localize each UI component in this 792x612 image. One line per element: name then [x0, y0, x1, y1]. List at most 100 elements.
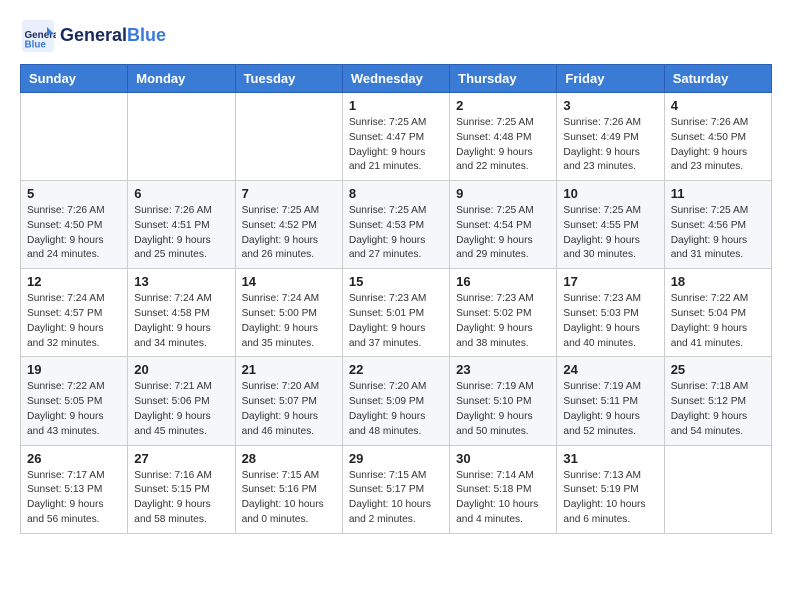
day-number: 5	[27, 186, 121, 201]
week-row-3: 12Sunrise: 7:24 AM Sunset: 4:57 PM Dayli…	[21, 269, 772, 357]
day-number: 7	[242, 186, 336, 201]
logo: General Blue GeneralBlue	[20, 18, 166, 54]
weekday-header-monday: Monday	[128, 65, 235, 93]
calendar-cell: 22 Sunrise: 7:20 AM Sunset: 5:09 PM Dayli…	[342, 357, 449, 445]
calendar-cell: 25 Sunrise: 7:18 AM Sunset: 5:12 PM Dayli…	[664, 357, 771, 445]
day-number: 21	[242, 362, 336, 377]
day-number: 1	[349, 98, 443, 113]
day-info: Sunrise: 7:25 AM Sunset: 4:53 PM Dayligh…	[349, 204, 443, 263]
day-number: 25	[671, 362, 765, 377]
calendar-cell: 6 Sunrise: 7:26 AM Sunset: 4:51 PM Daylig…	[128, 181, 235, 269]
day-info: Sunrise: 7:25 AM Sunset: 4:48 PM Dayligh…	[456, 116, 550, 175]
day-number: 16	[456, 274, 550, 289]
day-number: 28	[242, 451, 336, 466]
svg-text:Blue: Blue	[25, 40, 47, 51]
day-number: 22	[349, 362, 443, 377]
day-info: Sunrise: 7:26 AM Sunset: 4:50 PM Dayligh…	[27, 204, 121, 263]
calendar-cell: 29 Sunrise: 7:15 AM Sunset: 5:17 PM Dayli…	[342, 445, 449, 533]
day-info: Sunrise: 7:25 AM Sunset: 4:47 PM Dayligh…	[349, 116, 443, 175]
day-info: Sunrise: 7:19 AM Sunset: 5:11 PM Dayligh…	[563, 380, 657, 439]
calendar-cell: 4 Sunrise: 7:26 AM Sunset: 4:50 PM Daylig…	[664, 93, 771, 181]
calendar-cell: 31 Sunrise: 7:13 AM Sunset: 5:19 PM Dayli…	[557, 445, 664, 533]
weekday-header-thursday: Thursday	[450, 65, 557, 93]
calendar-cell: 11Sunrise: 7:25 AM Sunset: 4:56 PM Dayli…	[664, 181, 771, 269]
calendar-cell: 23Sunrise: 7:19 AM Sunset: 5:10 PM Dayli…	[450, 357, 557, 445]
calendar-cell: 2 Sunrise: 7:25 AM Sunset: 4:48 PM Daylig…	[450, 93, 557, 181]
day-number: 15	[349, 274, 443, 289]
calendar-cell: 24 Sunrise: 7:19 AM Sunset: 5:11 PM Dayli…	[557, 357, 664, 445]
weekday-header-sunday: Sunday	[21, 65, 128, 93]
day-info: Sunrise: 7:20 AM Sunset: 5:09 PM Dayligh…	[349, 380, 443, 439]
calendar-cell	[128, 93, 235, 181]
day-info: Sunrise: 7:24 AM Sunset: 5:00 PM Dayligh…	[242, 292, 336, 351]
week-row-1: 1 Sunrise: 7:25 AM Sunset: 4:47 PM Daylig…	[21, 93, 772, 181]
day-number: 13	[134, 274, 228, 289]
day-info: Sunrise: 7:23 AM Sunset: 5:02 PM Dayligh…	[456, 292, 550, 351]
day-number: 17	[563, 274, 657, 289]
calendar-cell: 16 Sunrise: 7:23 AM Sunset: 5:02 PM Dayli…	[450, 269, 557, 357]
weekday-header-wednesday: Wednesday	[342, 65, 449, 93]
logo-line2: Blue	[127, 25, 166, 45]
calendar-cell: 12Sunrise: 7:24 AM Sunset: 4:57 PM Dayli…	[21, 269, 128, 357]
calendar-cell	[664, 445, 771, 533]
calendar-table: SundayMondayTuesdayWednesdayThursdayFrid…	[20, 64, 772, 534]
day-info: Sunrise: 7:15 AM Sunset: 5:17 PM Dayligh…	[349, 469, 443, 528]
day-number: 26	[27, 451, 121, 466]
calendar-cell: 13 Sunrise: 7:24 AM Sunset: 4:58 PM Dayli…	[128, 269, 235, 357]
day-info: Sunrise: 7:25 AM Sunset: 4:56 PM Dayligh…	[671, 204, 765, 263]
day-number: 6	[134, 186, 228, 201]
day-info: Sunrise: 7:26 AM Sunset: 4:50 PM Dayligh…	[671, 116, 765, 175]
calendar-cell: 21 Sunrise: 7:20 AM Sunset: 5:07 PM Dayli…	[235, 357, 342, 445]
calendar-cell: 28 Sunrise: 7:15 AM Sunset: 5:16 PM Dayli…	[235, 445, 342, 533]
day-info: Sunrise: 7:15 AM Sunset: 5:16 PM Dayligh…	[242, 469, 336, 528]
logo-line1: General	[60, 25, 127, 45]
day-info: Sunrise: 7:19 AM Sunset: 5:10 PM Dayligh…	[456, 380, 550, 439]
calendar-cell: 7Sunrise: 7:25 AM Sunset: 4:52 PM Daylig…	[235, 181, 342, 269]
header: General Blue GeneralBlue	[20, 18, 772, 54]
week-row-5: 26Sunrise: 7:17 AM Sunset: 5:13 PM Dayli…	[21, 445, 772, 533]
day-number: 2	[456, 98, 550, 113]
weekday-header-row: SundayMondayTuesdayWednesdayThursdayFrid…	[21, 65, 772, 93]
day-number: 24	[563, 362, 657, 377]
calendar-cell: 30 Sunrise: 7:14 AM Sunset: 5:18 PM Dayli…	[450, 445, 557, 533]
calendar-cell: 10 Sunrise: 7:25 AM Sunset: 4:55 PM Dayli…	[557, 181, 664, 269]
day-number: 30	[456, 451, 550, 466]
day-number: 20	[134, 362, 228, 377]
day-info: Sunrise: 7:16 AM Sunset: 5:15 PM Dayligh…	[134, 469, 228, 528]
calendar-cell	[235, 93, 342, 181]
day-info: Sunrise: 7:13 AM Sunset: 5:19 PM Dayligh…	[563, 469, 657, 528]
day-info: Sunrise: 7:20 AM Sunset: 5:07 PM Dayligh…	[242, 380, 336, 439]
day-number: 9	[456, 186, 550, 201]
day-info: Sunrise: 7:23 AM Sunset: 5:03 PM Dayligh…	[563, 292, 657, 351]
day-number: 31	[563, 451, 657, 466]
day-info: Sunrise: 7:25 AM Sunset: 4:55 PM Dayligh…	[563, 204, 657, 263]
day-number: 19	[27, 362, 121, 377]
calendar-cell: 17 Sunrise: 7:23 AM Sunset: 5:03 PM Dayli…	[557, 269, 664, 357]
day-info: Sunrise: 7:25 AM Sunset: 4:54 PM Dayligh…	[456, 204, 550, 263]
day-number: 29	[349, 451, 443, 466]
calendar-cell: 20Sunrise: 7:21 AM Sunset: 5:06 PM Dayli…	[128, 357, 235, 445]
day-number: 8	[349, 186, 443, 201]
calendar-cell: 14 Sunrise: 7:24 AM Sunset: 5:00 PM Dayli…	[235, 269, 342, 357]
day-number: 14	[242, 274, 336, 289]
day-info: Sunrise: 7:26 AM Sunset: 4:51 PM Dayligh…	[134, 204, 228, 263]
day-info: Sunrise: 7:18 AM Sunset: 5:12 PM Dayligh…	[671, 380, 765, 439]
day-number: 10	[563, 186, 657, 201]
weekday-header-tuesday: Tuesday	[235, 65, 342, 93]
calendar-cell	[21, 93, 128, 181]
calendar-cell: 1 Sunrise: 7:25 AM Sunset: 4:47 PM Daylig…	[342, 93, 449, 181]
calendar-cell: 8 Sunrise: 7:25 AM Sunset: 4:53 PM Daylig…	[342, 181, 449, 269]
weekday-header-friday: Friday	[557, 65, 664, 93]
day-info: Sunrise: 7:24 AM Sunset: 4:57 PM Dayligh…	[27, 292, 121, 351]
week-row-2: 5 Sunrise: 7:26 AM Sunset: 4:50 PM Daylig…	[21, 181, 772, 269]
calendar-cell: 26Sunrise: 7:17 AM Sunset: 5:13 PM Dayli…	[21, 445, 128, 533]
day-info: Sunrise: 7:14 AM Sunset: 5:18 PM Dayligh…	[456, 469, 550, 528]
day-info: Sunrise: 7:22 AM Sunset: 5:05 PM Dayligh…	[27, 380, 121, 439]
calendar-cell: 9 Sunrise: 7:25 AM Sunset: 4:54 PM Daylig…	[450, 181, 557, 269]
weekday-header-saturday: Saturday	[664, 65, 771, 93]
calendar-cell: 5 Sunrise: 7:26 AM Sunset: 4:50 PM Daylig…	[21, 181, 128, 269]
day-number: 4	[671, 98, 765, 113]
week-row-4: 19 Sunrise: 7:22 AM Sunset: 5:05 PM Dayli…	[21, 357, 772, 445]
day-info: Sunrise: 7:24 AM Sunset: 4:58 PM Dayligh…	[134, 292, 228, 351]
logo-icon: General Blue	[20, 18, 56, 54]
